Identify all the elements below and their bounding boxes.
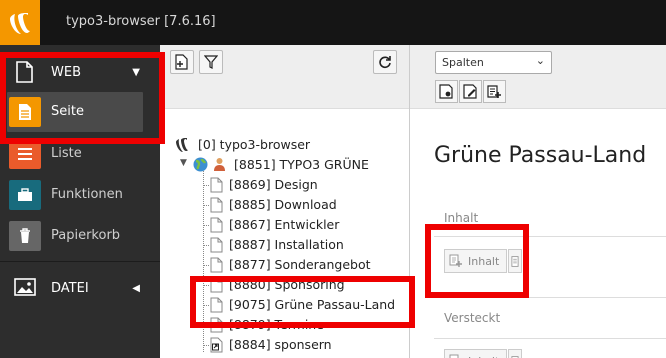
tree-node-label: [8879] Termine: [229, 317, 324, 332]
chevron-down-icon: ⌄: [535, 54, 545, 67]
tree-node-site[interactable]: ▼ [8851] TYPO3 GRÜNE: [160, 155, 380, 175]
new-content-element-button[interactable]: Inhalt: [444, 249, 507, 273]
page-icon: [210, 177, 223, 193]
module-group-label: DATEI: [51, 280, 89, 296]
user-page-icon: [213, 157, 226, 173]
column-divider: [434, 297, 666, 298]
tree-node-page[interactable]: [8887] Installation: [160, 235, 390, 255]
tree-node-page[interactable]: [8869] Design: [160, 175, 390, 195]
module-item-label: Seite: [51, 104, 84, 119]
new-content-icon: [449, 254, 462, 267]
new-content-element-button[interactable]: Inhalt: [444, 349, 507, 358]
column-label-inhalt: Inhalt: [444, 211, 479, 225]
page-icon: [14, 61, 34, 83]
module-group-label: WEB: [51, 64, 81, 80]
tree-node-page[interactable]: [8885] Download: [160, 195, 390, 215]
typo3-logo-icon[interactable]: [0, 0, 40, 45]
module-item-seite[interactable]: Seite: [7, 92, 143, 132]
tree-node-label: [8884] sponsern: [229, 337, 332, 352]
recycler-icon: [9, 221, 41, 251]
new-content-icon: [449, 354, 459, 358]
tree-node-label: [8869] Design: [229, 177, 318, 192]
tree-node-page[interactable]: [8879] Termine: [160, 315, 390, 335]
view-mode-select[interactable]: Spalten ⌄: [435, 51, 552, 74]
column-label-versteckt: Versteckt: [444, 311, 501, 325]
tree-node-label: [8887] Installation: [229, 237, 344, 252]
new-content-button[interactable]: [483, 80, 506, 103]
tree-node-root[interactable]: [0] typo3-browser: [160, 135, 360, 155]
caret-left-icon: ◀: [132, 282, 140, 294]
image-icon: [14, 277, 36, 299]
edit-page-icon: [463, 84, 477, 99]
tree-node-page[interactable]: [8884] sponsern: [160, 335, 390, 355]
page-icon: [210, 297, 223, 313]
view-mode-value: Spalten: [442, 56, 484, 69]
tree-node-label: [8851] TYPO3 GRÜNE: [234, 157, 369, 172]
tree-node-label: [9075] Grüne Passau-Land: [229, 297, 396, 312]
module-group-datei[interactable]: DATEI ◀: [0, 265, 160, 311]
new-content-icon: [487, 85, 501, 98]
refresh-button[interactable]: [373, 50, 397, 74]
tree-node-label: [0] typo3-browser: [198, 137, 311, 152]
page-module-icon: [9, 97, 41, 127]
list-module-icon: [9, 139, 41, 169]
tree-node-label: [8877] Sonderangebot: [229, 257, 371, 272]
top-bar: typo3-browser [7.6.16]: [0, 0, 666, 45]
view-page-icon: [439, 84, 453, 99]
functions-module-icon: [9, 180, 41, 210]
new-content-label: Inhalt: [468, 355, 499, 358]
paste-content-button[interactable]: [508, 349, 522, 358]
new-page-icon: [175, 54, 188, 70]
page-tree: [0] typo3-browser ▼ [8851] TYPO3 GRÜNE […: [160, 133, 409, 358]
tree-node-label: [8885] Download: [229, 197, 337, 212]
navigation-frame: [0] typo3-browser ▼ [8851] TYPO3 GRÜNE […: [160, 45, 410, 358]
typo3-logo-icon: [176, 137, 189, 153]
refresh-icon: [379, 56, 391, 69]
column-divider: [434, 338, 666, 339]
page-icon: [210, 217, 223, 233]
tree-node-page[interactable]: [8877] Sonderangebot: [160, 255, 390, 275]
tree-node-label: [8880] Sponsoring: [229, 277, 345, 292]
page-icon: [210, 317, 223, 333]
module-item-label: Funktionen: [51, 187, 123, 202]
tree-node-page[interactable]: [9075] Grüne Passau-Land: [160, 295, 395, 315]
filter-button[interactable]: [199, 50, 223, 74]
page-tree-toolbar: [160, 45, 409, 109]
expand-arrow-icon[interactable]: ▼: [180, 158, 187, 168]
new-page-button[interactable]: [170, 50, 194, 74]
content-frame: Spalten ⌄ Grüne Passau-Land Inhalt Inhal…: [410, 45, 666, 358]
paste-icon: [511, 255, 519, 267]
caret-down-icon: ▼: [132, 66, 140, 78]
paste-content-button[interactable]: [508, 249, 522, 273]
globe-icon: [193, 157, 208, 173]
filter-icon: [204, 55, 218, 69]
tree-node-label: [8867] Entwickler: [229, 217, 340, 232]
page-icon: [210, 237, 223, 253]
page-icon: [210, 197, 223, 213]
module-menu: WEB ▼ Seite Liste Funktionen Papierkorb …: [0, 45, 160, 358]
shortcut-page-icon: [210, 337, 223, 353]
new-content-label: Inhalt: [468, 254, 500, 268]
view-page-button[interactable]: [435, 80, 458, 103]
edit-page-button[interactable]: [459, 80, 482, 103]
page-icon: [210, 257, 223, 273]
paste-icon: [511, 355, 519, 358]
module-item-liste[interactable]: Liste: [0, 134, 160, 174]
menu-divider: [0, 261, 160, 262]
typo3-backend: typo3-browser [7.6.16] WEB ▼ Seite Liste: [0, 0, 666, 358]
tree-node-page[interactable]: [8880] Sponsoring: [160, 275, 390, 295]
module-item-label: Papierkorb: [51, 228, 121, 243]
column-divider: [434, 236, 666, 237]
content-toolbar: Spalten ⌄: [410, 45, 666, 109]
page-icon: [210, 277, 223, 293]
page-title: Grüne Passau-Land: [434, 143, 647, 168]
module-item-label: Liste: [51, 146, 82, 161]
module-item-funktionen[interactable]: Funktionen: [0, 175, 160, 215]
module-item-papierkorb[interactable]: Papierkorb: [0, 216, 160, 256]
app-title: typo3-browser [7.6.16]: [66, 14, 216, 29]
module-group-web[interactable]: WEB ▼: [0, 49, 160, 95]
tree-node-page[interactable]: [8867] Entwickler: [160, 215, 390, 235]
